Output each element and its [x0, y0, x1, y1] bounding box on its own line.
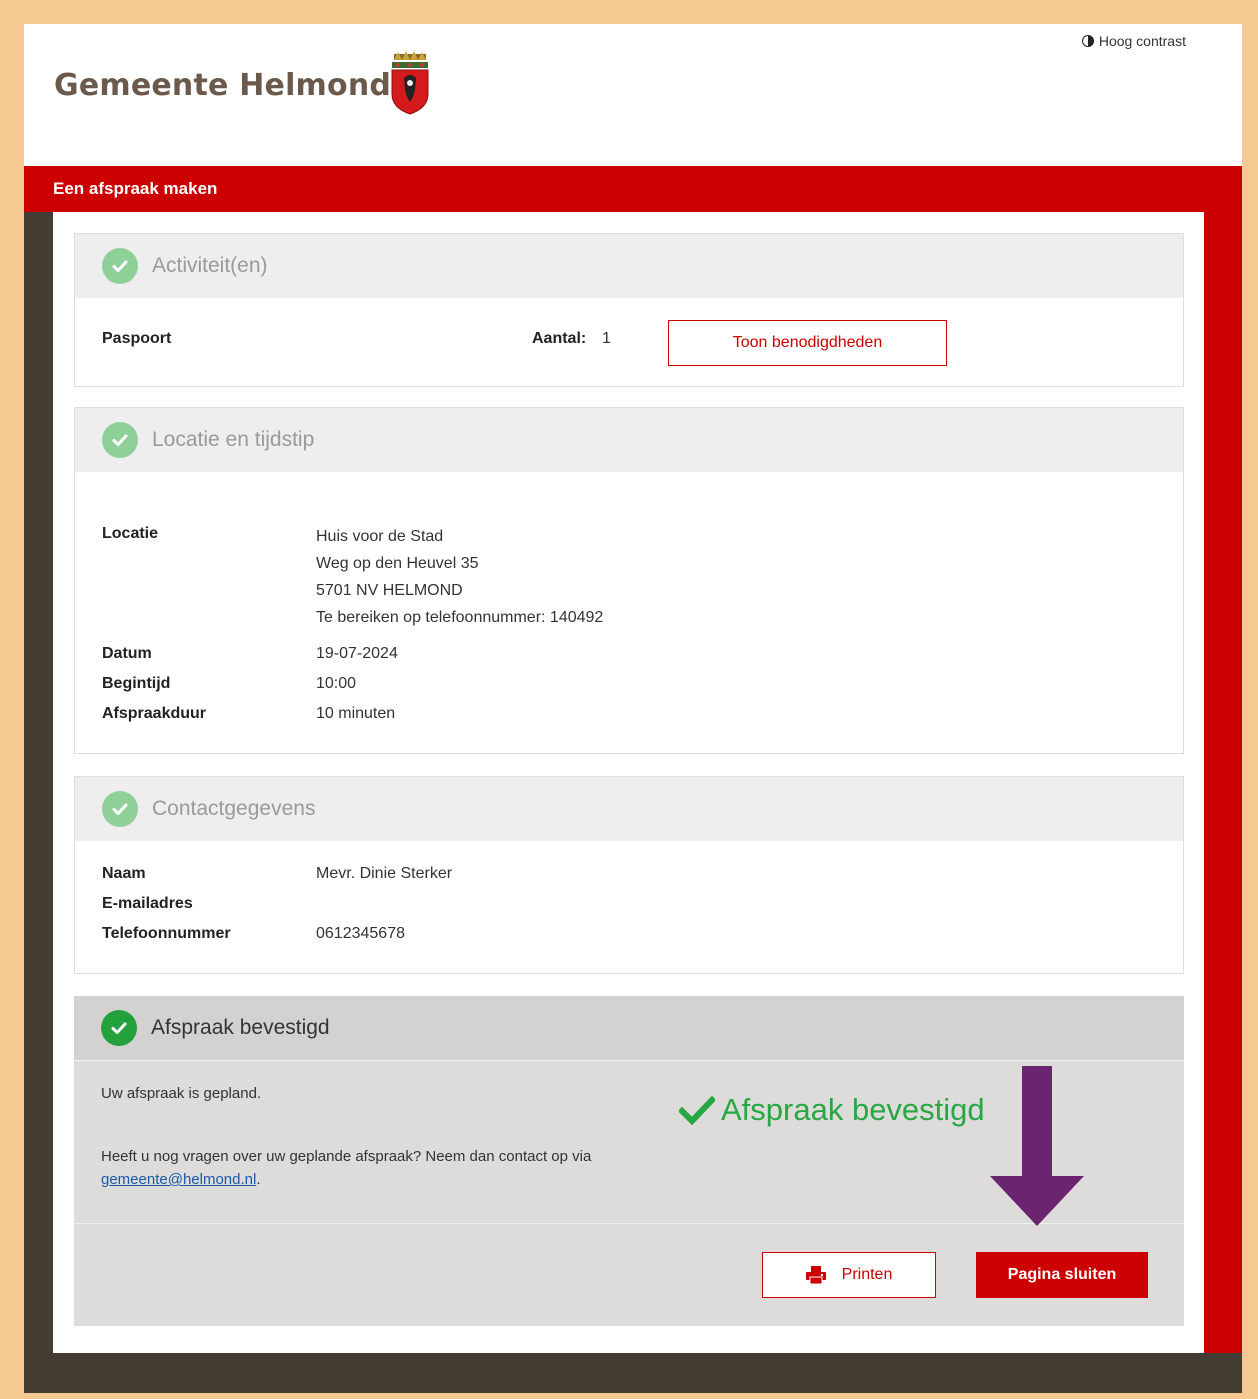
close-page-button[interactable]: Pagina sluiten: [976, 1252, 1148, 1298]
high-contrast-label: Hoog contrast: [1098, 33, 1186, 49]
site-header: Gemeente Helmond Hoog contrast: [24, 24, 1242, 166]
location-header: Locatie en tijdstip: [75, 408, 1183, 472]
date-label: Datum: [102, 645, 152, 662]
show-requirements-button[interactable]: Toon benodigdheden: [668, 320, 947, 366]
question-text: Heeft u nog vragen over uw geplande afsp…: [101, 1145, 661, 1191]
brand-name[interactable]: Gemeente Helmond: [54, 68, 391, 103]
email-label: E-mailadres: [102, 895, 193, 912]
phone-label: Telefoonnummer: [102, 925, 231, 942]
action-bar: Printen Pagina sluiten: [74, 1223, 1184, 1327]
contact-panel: Contactgegevens Naam Mevr. Dinie Sterker…: [74, 776, 1184, 974]
left-dark-strip: [24, 212, 53, 1393]
name-label: Naam: [102, 865, 146, 882]
count-label: Aantal:: [532, 330, 587, 347]
name-value: Mevr. Dinie Sterker: [316, 865, 453, 882]
address-line-1: Huis voor de Stad: [316, 528, 444, 545]
confirmed-status-text: Afspraak bevestigd: [721, 1092, 985, 1127]
confirmation-title: Afspraak bevestigd: [151, 1016, 330, 1039]
right-red-strip: [1204, 212, 1242, 1393]
duration-value: 10 minuten: [316, 705, 396, 722]
coat-of-arms-logo[interactable]: [386, 50, 434, 116]
start-time-label: Begintijd: [102, 675, 171, 692]
confirmation-header: Afspraak bevestigd: [74, 996, 1184, 1061]
location-label: Locatie: [102, 525, 159, 542]
contact-title: Contactgegevens: [152, 797, 316, 820]
print-button[interactable]: Printen: [762, 1252, 936, 1298]
contact-header: Contactgegevens: [75, 777, 1183, 841]
start-time-value: 10:00: [316, 675, 357, 692]
email-suffix: .: [256, 1171, 261, 1188]
printer-icon: [805, 1266, 826, 1284]
checkmark-icon: [679, 1095, 715, 1125]
check-circle-icon: [101, 1010, 137, 1046]
check-circle-icon: [102, 422, 138, 458]
high-contrast-toggle[interactable]: Hoog contrast: [1081, 33, 1186, 49]
address-line-2: Weg op den Heuvel 35: [316, 555, 479, 572]
print-button-label: Printen: [841, 1266, 893, 1283]
contrast-icon: [1081, 35, 1094, 47]
page-title: Een afspraak maken: [24, 166, 1242, 212]
location-title: Locatie en tijdstip: [152, 428, 315, 451]
check-circle-icon: [102, 791, 138, 827]
activity-name: Paspoort: [102, 330, 172, 347]
count-value: 1: [602, 330, 611, 347]
contact-email-link[interactable]: gemeente@helmond.nl: [101, 1171, 256, 1188]
activities-title: Activiteit(en): [152, 254, 268, 277]
bottom-dark-strip: [24, 1353, 1242, 1393]
annotation-down-arrow-icon: [990, 1066, 1084, 1226]
question-text-body: Heeft u nog vragen over uw geplande afsp…: [101, 1148, 592, 1165]
phone-value: 0612345678: [316, 925, 405, 942]
planned-text: Uw afspraak is gepland.: [101, 1085, 262, 1102]
confirmed-status: Afspraak bevestigd: [679, 1092, 985, 1128]
activities-header: Activiteit(en): [75, 234, 1183, 298]
duration-label: Afspraakduur: [102, 705, 207, 722]
check-circle-icon: [102, 248, 138, 284]
date-value: 19-07-2024: [316, 645, 398, 662]
location-panel: Locatie en tijdstip Locatie Huis voor de…: [74, 407, 1184, 754]
address-line-4: Te bereiken op telefoonnummer: 140492: [316, 609, 604, 626]
activities-panel: Activiteit(en) Paspoort Aantal: 1 Toon b…: [74, 233, 1184, 387]
address-line-3: 5701 NV HELMOND: [316, 582, 463, 599]
